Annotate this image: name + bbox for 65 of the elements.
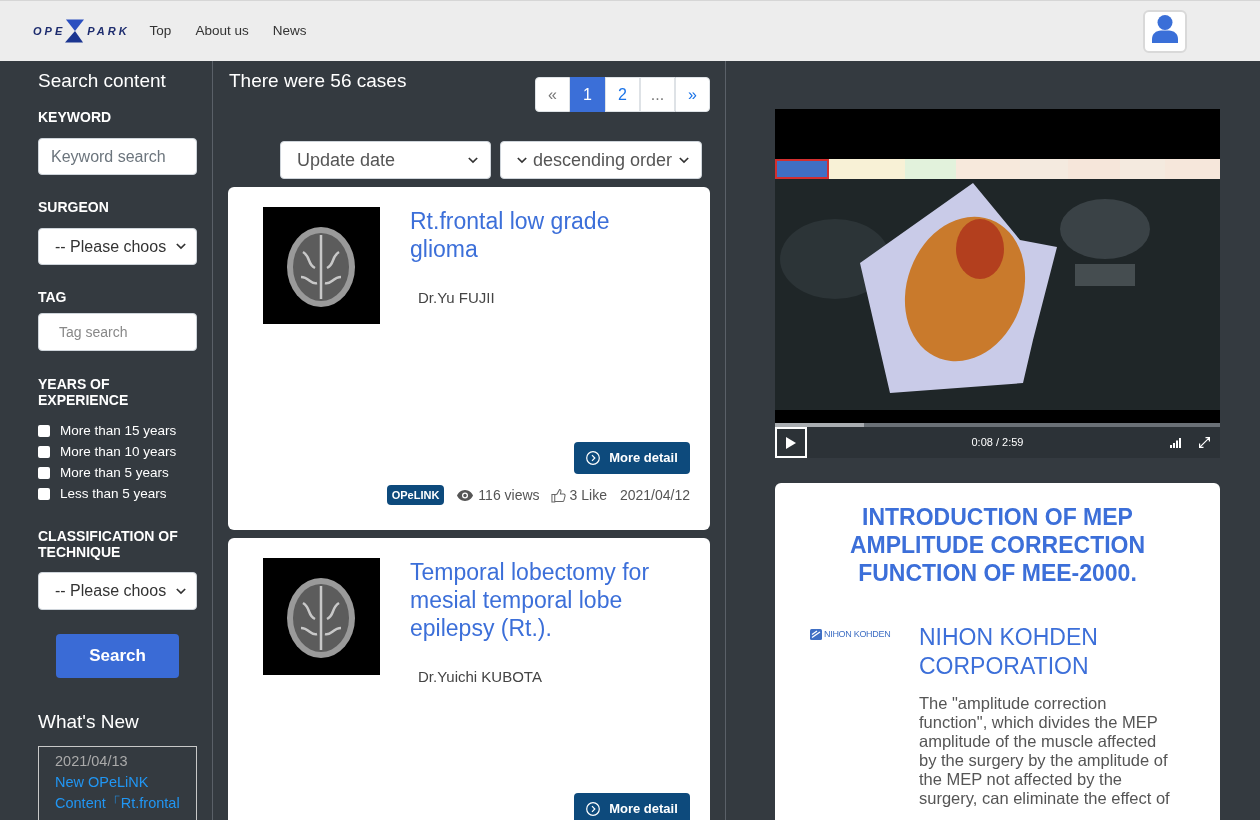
section-heading: What's New: [38, 710, 140, 734]
checkbox-label: More than 10 years: [60, 442, 177, 461]
page-link[interactable]: 2: [605, 77, 640, 112]
checkbox[interactable]: [38, 445, 50, 458]
fullscreen-icon[interactable]: [1199, 437, 1210, 448]
case-title-link[interactable]: Temporal lobectomy for mesial temporal lobe epilepsy (Rt.).: [410, 558, 660, 642]
checkbox-label: Less than 5 years: [60, 484, 167, 503]
more-detail-button[interactable]: More detail: [574, 442, 690, 474]
announcement-date: 2021/04/13: [55, 752, 129, 771]
checkbox-label: More than 15 years: [60, 421, 177, 440]
progress-track[interactable]: [775, 423, 1220, 427]
case-title-link[interactable]: Rt.frontal low grade glioma: [410, 207, 660, 263]
sidebar-heading: Search content: [38, 69, 167, 93]
signal-bars-icon[interactable]: [1170, 437, 1181, 448]
play-button[interactable]: [775, 427, 807, 458]
search-button[interactable]: Search: [56, 634, 179, 678]
more-detail-button[interactable]: More detail: [574, 793, 690, 820]
technique-select[interactable]: -- Please choos: [38, 572, 197, 610]
nav-link[interactable]: Top: [149, 20, 172, 42]
checkbox[interactable]: [38, 466, 50, 479]
sort-order-select[interactable]: descending order: [500, 141, 702, 179]
company-logo-text: NIHON KOHDEN: [824, 629, 891, 640]
chevron-down-icon: [176, 587, 186, 595]
person-icon: [1152, 14, 1178, 43]
checkbox-label: More than 5 years: [60, 463, 169, 482]
logo-mark-icon: [810, 629, 822, 640]
thumbs-up-icon: [550, 487, 566, 503]
video-time: 0:08 / 2:59: [971, 435, 1024, 451]
keyword-input[interactable]: Keyword search: [38, 138, 197, 175]
play-icon: [786, 436, 796, 449]
page-link[interactable]: 1: [570, 77, 605, 112]
author-name: Dr.Yuichi KUBOTA: [418, 667, 543, 687]
surgeon-select[interactable]: -- Please choos: [38, 228, 197, 265]
announcement-link[interactable]: New OPeLiNK Content「Rt.frontal: [55, 772, 188, 814]
results-count: There were 56 cases: [228, 69, 407, 93]
site-logo[interactable]: OPE PARK: [33, 19, 130, 43]
post-date: 2021/04/12: [619, 485, 690, 505]
view-count: 116 views: [478, 485, 540, 505]
eye-icon: [457, 489, 474, 501]
field-label: KEYWORD: [38, 108, 113, 126]
page-link[interactable]: »: [675, 77, 710, 112]
chevron-down-icon: [517, 156, 527, 164]
company-description: The "amplitude correction function", which divides the MEP amplitude of the muscle affected by the surgery by the amplitude of the MEP not affected by the surgery, can eliminate the effect of: [919, 694, 1171, 808]
chevron-down-icon: [468, 156, 478, 164]
chevron-down-icon: [176, 243, 186, 250]
field-label: CLASSIFICATION OF TECHNIQUE: [38, 528, 179, 560]
checkbox[interactable]: [38, 424, 50, 437]
opelink-badge: OPeLINK: [386, 485, 445, 505]
field-label: YEARS OF EXPERIENCE: [38, 376, 130, 408]
hourglass-icon: [65, 19, 85, 43]
user-button[interactable]: [1143, 9, 1187, 53]
author-name: Dr.Yu FUJII: [418, 288, 496, 308]
company-name: NIHON KOHDEN CORPORATION: [919, 623, 1099, 681]
sponsor-title: INTRODUCTION OF MEP AMPLITUDE CORRECTION FUNCTION OF MEE-2000.: [848, 503, 1147, 587]
circle-chevron-icon: [586, 451, 601, 465]
like-count: 3 Like: [569, 485, 607, 505]
tag-input[interactable]: Tag search: [38, 313, 197, 351]
nav-link[interactable]: About us: [195, 20, 249, 42]
sort-field-select[interactable]: Update date: [280, 141, 491, 179]
chevron-down-icon: [679, 156, 689, 164]
checkbox[interactable]: [38, 487, 50, 500]
circle-chevron-icon: [586, 802, 601, 816]
field-label: SURGEON: [38, 198, 110, 216]
nav-link[interactable]: News: [272, 20, 307, 42]
field-label: TAG: [38, 288, 68, 306]
